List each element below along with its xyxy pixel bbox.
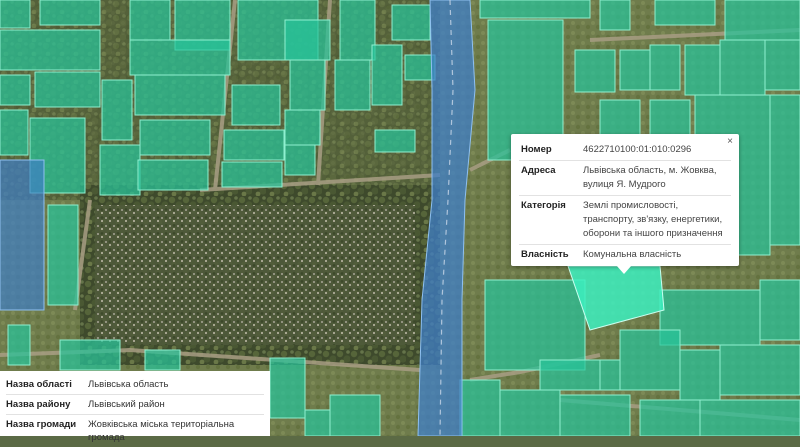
parcel-number-value: 4622710100:01:010:0296	[581, 140, 731, 161]
raion-label: Назва району	[6, 395, 88, 415]
region-row-oblast: Назва області Львівська область	[6, 375, 264, 395]
raion-value: Львівський район	[88, 395, 264, 415]
parcel-address-value: Львівська область, м. Жовква, вулиця Я. …	[581, 161, 731, 196]
parcel-popup: × Номер 4622710100:01:010:0296 Адреса Ль…	[511, 134, 739, 266]
hromada-label: Назва громади	[6, 415, 88, 447]
region-row-hromada: Назва громади Жовківська міська територі…	[6, 415, 264, 447]
popup-pointer	[616, 265, 632, 274]
parcel-row-number: Номер 4622710100:01:010:0296	[519, 140, 731, 161]
parcel-row-address: Адреса Львівська область, м. Жовква, вул…	[519, 161, 731, 196]
parcel-row-ownership: Власність Комунальна власність	[519, 245, 731, 266]
parcel-address-label: Адреса	[519, 161, 581, 196]
parcel-ownership-label: Власність	[519, 245, 581, 266]
region-info-table: Назва області Львівська область Назва ра…	[6, 375, 264, 447]
parcel-category-value: Землі промисловості, транспорту, зв'язку…	[581, 196, 731, 245]
region-row-raion: Назва району Львівський район	[6, 395, 264, 415]
region-info-panel: Назва області Львівська область Назва ра…	[0, 371, 270, 436]
oblast-value: Львівська область	[88, 375, 264, 395]
close-icon[interactable]: ×	[727, 137, 733, 147]
parcel-ownership-value: Комунальна власність	[581, 245, 731, 266]
hromada-value: Жовківська міська територіальна громада	[88, 415, 264, 447]
parcel-info-table: Номер 4622710100:01:010:0296 Адреса Льві…	[519, 140, 731, 265]
parcel-row-category: Категорія Землі промисловості, транспорт…	[519, 196, 731, 245]
oblast-label: Назва області	[6, 375, 88, 395]
parcel-number-label: Номер	[519, 140, 581, 161]
highlighted-parcel-left[interactable]	[0, 160, 44, 310]
parcel-category-label: Категорія	[519, 196, 581, 245]
